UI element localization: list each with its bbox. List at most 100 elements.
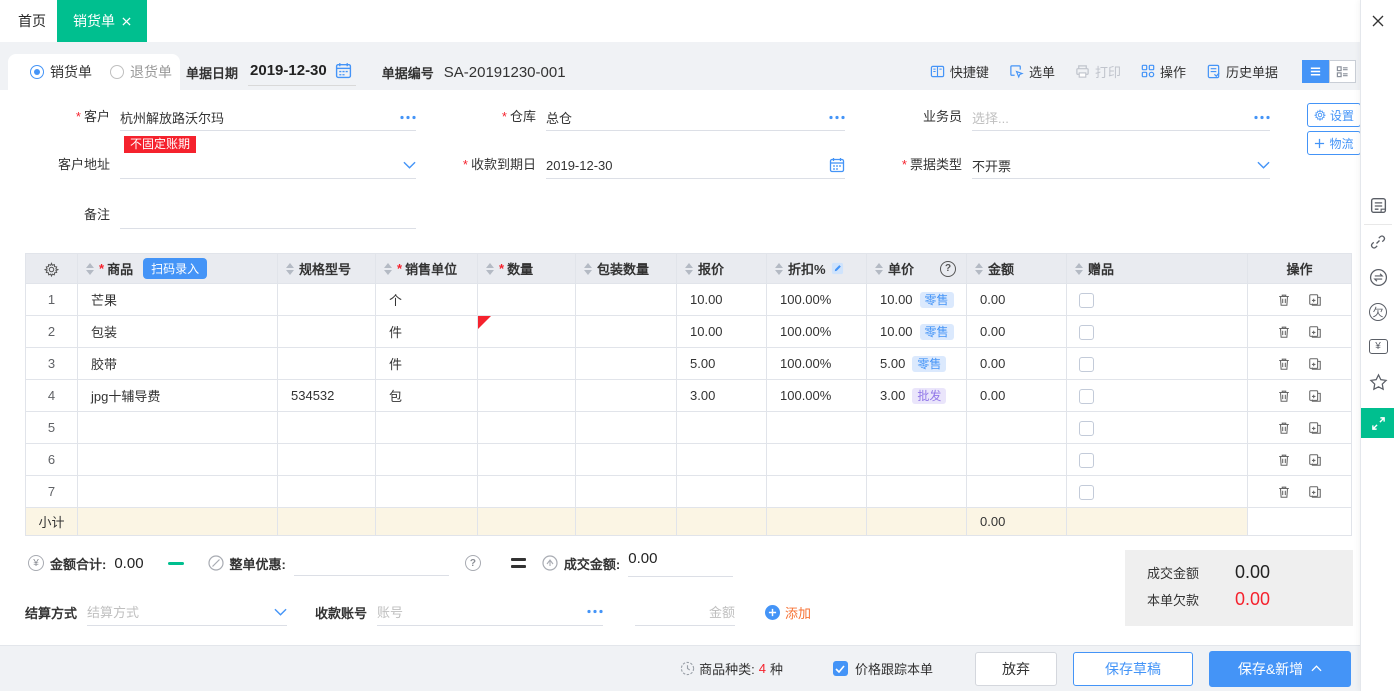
gift-checkbox[interactable] xyxy=(1079,453,1094,468)
exchange-button[interactable] xyxy=(1361,268,1394,287)
history-orders-button[interactable]: 历史单据 xyxy=(1206,62,1278,81)
delete-row-icon[interactable] xyxy=(1277,293,1291,307)
spec-cell[interactable]: 534532 xyxy=(278,380,376,412)
amount-cell[interactable]: 0.00 xyxy=(967,284,1067,316)
table-gear-icon[interactable] xyxy=(44,262,59,277)
unit-cell[interactable]: 个 xyxy=(376,284,478,316)
account-more-icon[interactable] xyxy=(587,609,603,614)
amount-cell[interactable]: 0.00 xyxy=(967,380,1067,412)
product-cell[interactable]: 胶带 xyxy=(78,348,278,380)
discount-cell[interactable] xyxy=(767,412,867,444)
calendar-icon[interactable] xyxy=(829,157,845,173)
amount-cell[interactable]: 0.00 xyxy=(967,316,1067,348)
sort-icon[interactable] xyxy=(86,263,94,275)
card-view-toggle[interactable] xyxy=(1329,60,1356,83)
order-discount-input[interactable] xyxy=(294,550,449,576)
pack-qty-cell[interactable] xyxy=(576,476,677,508)
qty-cell[interactable] xyxy=(478,444,576,476)
invoice-type-field[interactable]: 不开票 xyxy=(972,152,1270,179)
spec-cell[interactable] xyxy=(278,284,376,316)
discount-cell[interactable]: 100.00% xyxy=(767,380,867,412)
quote-cell[interactable] xyxy=(677,412,767,444)
pick-order-button[interactable]: 选单 xyxy=(1009,62,1055,81)
pack-qty-cell[interactable] xyxy=(576,380,677,412)
unit-cell[interactable] xyxy=(376,412,478,444)
tab-sales-order[interactable]: 销货单 xyxy=(57,0,147,42)
unit-cell[interactable]: 件 xyxy=(376,348,478,380)
print-button[interactable]: 打印 xyxy=(1075,62,1121,81)
quote-cell[interactable]: 3.00 xyxy=(677,380,767,412)
qty-cell[interactable] xyxy=(478,348,576,380)
gift-checkbox[interactable] xyxy=(1079,357,1094,372)
coupon-button[interactable]: ¥ xyxy=(1361,339,1394,354)
price-cell[interactable] xyxy=(867,412,967,444)
delete-row-icon[interactable] xyxy=(1277,421,1291,435)
product-cell[interactable] xyxy=(78,412,278,444)
qty-cell[interactable] xyxy=(478,412,576,444)
expand-button[interactable] xyxy=(1361,408,1394,438)
quote-cell[interactable] xyxy=(677,444,767,476)
pack-qty-cell[interactable] xyxy=(576,348,677,380)
order-note-button[interactable] xyxy=(1361,196,1394,215)
product-cell[interactable]: jpg十辅导费 xyxy=(78,380,278,412)
warehouse-more-icon[interactable] xyxy=(829,115,845,120)
address-field[interactable] xyxy=(120,152,416,179)
edit-discount-icon[interactable] xyxy=(831,262,844,275)
price-cell[interactable] xyxy=(867,476,967,508)
gift-checkbox[interactable] xyxy=(1079,485,1094,500)
shortcut-keys-button[interactable]: 快捷键 xyxy=(930,62,989,81)
price-cell[interactable]: 5.00零售 xyxy=(867,348,967,380)
spec-cell[interactable] xyxy=(278,476,376,508)
product-cell[interactable]: 包装 xyxy=(78,316,278,348)
table-row[interactable]: 1 芒果 个 10.00 100.00% 10.00零售 0.00 xyxy=(26,284,1352,316)
table-row[interactable]: 7 xyxy=(26,476,1352,508)
copy-row-icon[interactable] xyxy=(1308,389,1322,403)
settings-button[interactable]: 设置 xyxy=(1307,103,1361,127)
chevron-down-icon[interactable] xyxy=(1257,161,1270,169)
add-payment-button[interactable]: 添加 xyxy=(765,603,811,622)
amount-cell[interactable] xyxy=(967,412,1067,444)
copy-row-icon[interactable] xyxy=(1308,453,1322,467)
doc-date-picker[interactable]: 2019-12-30 xyxy=(248,58,356,86)
product-cell[interactable] xyxy=(78,476,278,508)
radio-return-order[interactable]: 退货单 xyxy=(110,62,172,82)
copy-row-icon[interactable] xyxy=(1308,421,1322,435)
unit-cell[interactable] xyxy=(376,476,478,508)
remark-field[interactable] xyxy=(120,202,416,229)
receive-account-field[interactable]: 账号 xyxy=(377,599,603,626)
price-cell[interactable]: 10.00零售 xyxy=(867,316,967,348)
delete-row-icon[interactable] xyxy=(1277,357,1291,371)
product-cell[interactable]: 芒果 xyxy=(78,284,278,316)
gift-checkbox[interactable] xyxy=(1079,293,1094,308)
save-draft-button[interactable]: 保存草稿 xyxy=(1073,652,1193,686)
sort-icon[interactable] xyxy=(286,263,294,275)
favorite-button[interactable] xyxy=(1361,373,1394,392)
discount-cell[interactable]: 100.00% xyxy=(767,316,867,348)
spec-cell[interactable] xyxy=(278,412,376,444)
price-track-checkbox[interactable] xyxy=(833,661,848,676)
sort-icon[interactable] xyxy=(384,263,392,275)
spec-cell[interactable] xyxy=(278,444,376,476)
abandon-button[interactable]: 放弃 xyxy=(975,652,1057,686)
unit-cell[interactable] xyxy=(376,444,478,476)
copy-row-icon[interactable] xyxy=(1308,485,1322,499)
spec-cell[interactable] xyxy=(278,348,376,380)
gift-checkbox[interactable] xyxy=(1079,421,1094,436)
delete-row-icon[interactable] xyxy=(1277,453,1291,467)
discount-cell[interactable]: 100.00% xyxy=(767,348,867,380)
quote-cell[interactable]: 5.00 xyxy=(677,348,767,380)
sort-icon[interactable] xyxy=(1075,263,1083,275)
discount-cell[interactable] xyxy=(767,476,867,508)
pack-qty-cell[interactable] xyxy=(576,412,677,444)
scan-entry-button[interactable]: 扫码录入 xyxy=(143,258,207,279)
delete-row-icon[interactable] xyxy=(1277,389,1291,403)
copy-row-icon[interactable] xyxy=(1308,325,1322,339)
table-row[interactable]: 6 xyxy=(26,444,1352,476)
salesman-field[interactable]: 选择... xyxy=(972,104,1270,131)
copy-row-icon[interactable] xyxy=(1308,357,1322,371)
quote-cell[interactable] xyxy=(677,476,767,508)
amount-cell[interactable] xyxy=(967,476,1067,508)
table-row[interactable]: 5 xyxy=(26,412,1352,444)
product-cell[interactable] xyxy=(78,444,278,476)
close-page-button[interactable] xyxy=(1361,8,1394,34)
